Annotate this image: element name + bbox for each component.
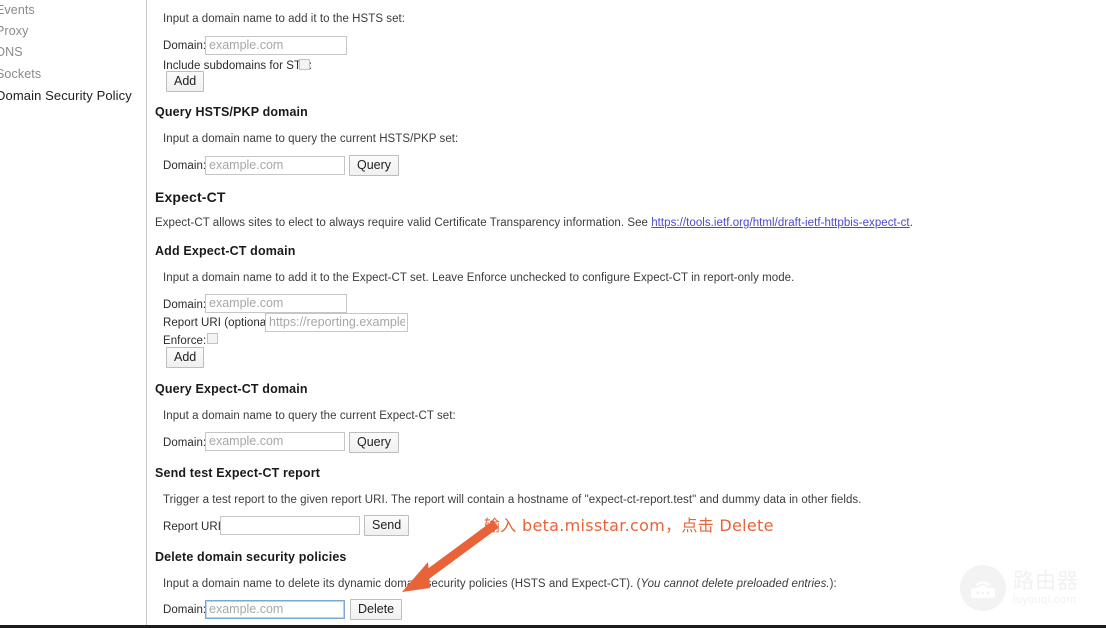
sidebar: Events Proxy DNS Sockets Domain Security… bbox=[0, 0, 147, 628]
delete-policies-heading: Delete domain security policies bbox=[155, 550, 347, 564]
watermark-cn-label: 路由器 bbox=[1013, 568, 1079, 593]
expect-ct-description-after: . bbox=[909, 217, 913, 229]
sidebar-item-label: Domain Security Policy bbox=[0, 88, 132, 103]
query-hsts-description: Input a domain name to query the current… bbox=[163, 133, 459, 145]
delete-policies-description-italic: You cannot delete preloaded entries. bbox=[640, 578, 830, 590]
delete-policies-delete-button[interactable]: Delete bbox=[350, 599, 403, 620]
query-expect-ct-domain-label: Domain: bbox=[163, 437, 207, 449]
send-report-uri-input[interactable] bbox=[220, 516, 360, 535]
sidebar-item-domain-security-policy[interactable]: Domain Security Policy bbox=[0, 85, 132, 107]
query-expect-ct-domain-input[interactable] bbox=[205, 432, 345, 451]
query-hsts-heading: Query HSTS/PKP domain bbox=[155, 105, 308, 119]
watermark: 路由器 luyouqi.com bbox=[960, 557, 1100, 619]
add-expect-ct-heading: Add Expect-CT domain bbox=[155, 244, 296, 258]
add-hsts-description: Input a domain name to add it to the HST… bbox=[163, 13, 406, 25]
delete-policies-domain-input[interactable] bbox=[205, 600, 345, 619]
add-hsts-add-button[interactable]: Add bbox=[166, 71, 205, 92]
expect-ct-heading: Expect-CT bbox=[155, 189, 226, 205]
add-expect-ct-domain-label: Domain: bbox=[163, 299, 207, 311]
send-report-uri-label: Report URI: bbox=[163, 521, 225, 533]
add-expect-ct-report-uri-label: Report URI (optional): bbox=[163, 317, 276, 329]
send-report-heading: Send test Expect-CT report bbox=[155, 466, 321, 480]
sidebar-item-proxy[interactable]: Proxy bbox=[0, 21, 28, 43]
add-expect-ct-enforce-label: Enforce: bbox=[163, 335, 207, 347]
query-expect-ct-query-button[interactable]: Query bbox=[349, 432, 400, 453]
delete-policies-domain-label: Domain: bbox=[163, 604, 207, 616]
sidebar-item-events[interactable]: Events bbox=[0, 0, 35, 22]
add-expect-ct-add-button[interactable]: Add bbox=[166, 347, 205, 368]
expect-ct-description: Expect-CT allows sites to elect to alway… bbox=[155, 217, 913, 229]
delete-policies-description-after: ): bbox=[829, 578, 837, 590]
sidebar-item-sockets[interactable]: Sockets bbox=[0, 64, 41, 86]
router-icon bbox=[960, 565, 1006, 611]
watermark-text: 路由器 luyouqi.com bbox=[1013, 568, 1079, 606]
delete-policies-description: Input a domain name to delete its dynami… bbox=[163, 578, 837, 590]
watermark-en-label: luyouqi.com bbox=[1013, 593, 1077, 606]
sidebar-item-label: Events bbox=[0, 3, 35, 17]
sidebar-item-label: Sockets bbox=[0, 67, 42, 81]
sidebar-item-label: DNS bbox=[0, 45, 23, 59]
expect-ct-description-before: Expect-CT allows sites to elect to alway… bbox=[155, 217, 652, 229]
add-hsts-domain-label: Domain: bbox=[163, 40, 207, 52]
query-hsts-domain-label: Domain: bbox=[163, 160, 207, 172]
browser-net-internals-page: Events Proxy DNS Sockets Domain Security… bbox=[0, 0, 1106, 628]
annotation-text: 输入 beta.misstar.com，点击 Delete bbox=[484, 516, 774, 535]
add-hsts-subdomains-checkbox[interactable] bbox=[299, 59, 310, 70]
delete-policies-description-before: Input a domain name to delete its dynami… bbox=[163, 578, 641, 590]
add-hsts-domain-input[interactable] bbox=[205, 36, 347, 55]
send-report-send-button[interactable]: Send bbox=[364, 515, 410, 536]
send-report-description: Trigger a test report to the given repor… bbox=[163, 494, 862, 506]
query-hsts-domain-input[interactable] bbox=[205, 156, 345, 175]
sidebar-item-label: Proxy bbox=[0, 24, 29, 38]
query-hsts-query-button[interactable]: Query bbox=[349, 155, 400, 176]
query-expect-ct-description: Input a domain name to query the current… bbox=[163, 410, 456, 422]
add-expect-ct-domain-input[interactable] bbox=[205, 294, 347, 313]
expect-ct-spec-link[interactable]: https://tools.ietf.org/html/draft-ietf-h… bbox=[651, 217, 909, 229]
add-expect-ct-enforce-checkbox[interactable] bbox=[207, 333, 218, 344]
add-expect-ct-description: Input a domain name to add it to the Exp… bbox=[163, 272, 795, 284]
query-expect-ct-heading: Query Expect-CT domain bbox=[155, 382, 308, 396]
sidebar-item-dns[interactable]: DNS bbox=[0, 42, 23, 64]
add-expect-ct-report-uri-input[interactable] bbox=[265, 313, 408, 332]
